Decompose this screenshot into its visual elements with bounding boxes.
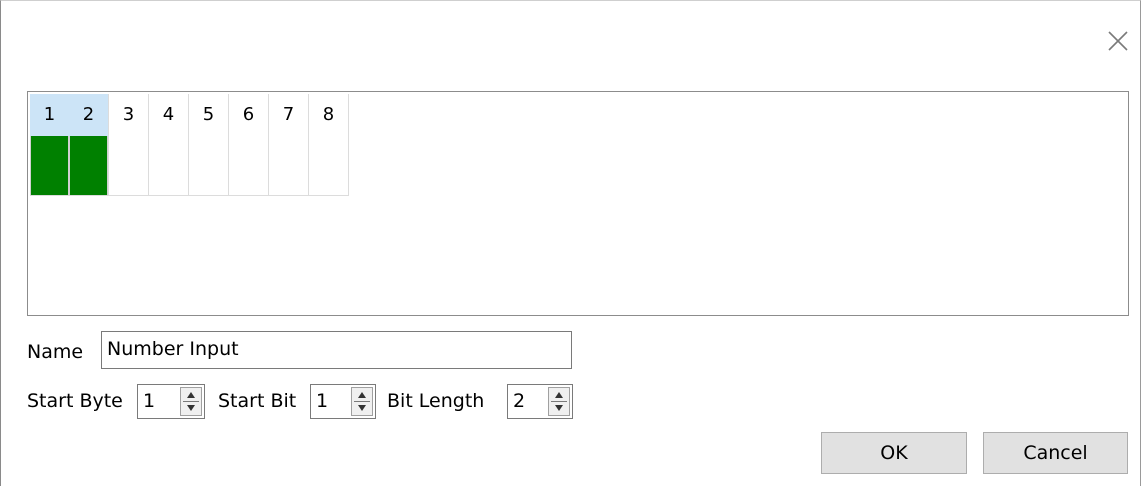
bit-column-8[interactable]: 8 [309,94,349,196]
bit-header: 2 [69,94,108,136]
bit-cell[interactable] [309,136,348,195]
bit-header: 8 [322,104,335,125]
bit-length-label: Bit Length [387,390,485,412]
bit-length-stepper[interactable]: 2 [507,384,573,419]
bit-header: 5 [202,104,215,125]
bit-column-4[interactable]: 4 [149,94,189,196]
start-byte-label: Start Byte [27,390,123,412]
bit-cell[interactable] [149,136,188,195]
cancel-button[interactable]: Cancel [983,432,1128,474]
name-input[interactable]: Number Input [101,331,572,369]
bit-header: 1 [30,94,69,136]
spin-arrows-icon[interactable] [548,387,570,416]
bit-column-6[interactable]: 6 [229,94,269,196]
spin-arrows-icon[interactable] [180,387,202,416]
bit-header: 6 [242,104,255,125]
start-byte-stepper[interactable]: 1 [137,384,205,419]
bit-column-5[interactable]: 5 [189,94,229,196]
start-bit-label: Start Bit [218,390,297,412]
bit-cell-filled[interactable] [69,136,108,195]
bit-column-7[interactable]: 7 [269,94,309,196]
bit-map-panel: 1 2 3 4 5 6 7 8 [27,91,1129,316]
name-label: Name [27,341,84,363]
bit-column-2[interactable]: 2 [69,94,109,196]
start-bit-value[interactable]: 1 [316,385,328,418]
start-bit-stepper[interactable]: 1 [310,384,376,419]
bit-column-1[interactable]: 1 [30,94,70,196]
close-icon[interactable] [1104,27,1132,55]
spin-arrows-icon[interactable] [351,387,373,416]
bit-cell-filled[interactable] [30,136,69,195]
bit-field-dialog: 1 2 3 4 5 6 7 8 Name Number Input Start … [0,0,1141,486]
bit-header: 4 [162,104,175,125]
bit-column-3[interactable]: 3 [109,94,149,196]
start-byte-value[interactable]: 1 [143,385,155,418]
bit-header: 3 [122,104,135,125]
bit-cell[interactable] [109,136,148,195]
bit-cell[interactable] [229,136,268,195]
bit-cell[interactable] [189,136,228,195]
ok-button[interactable]: OK [821,432,967,474]
bit-header: 7 [282,104,295,125]
bit-cell[interactable] [269,136,308,195]
bit-length-value[interactable]: 2 [513,385,525,418]
